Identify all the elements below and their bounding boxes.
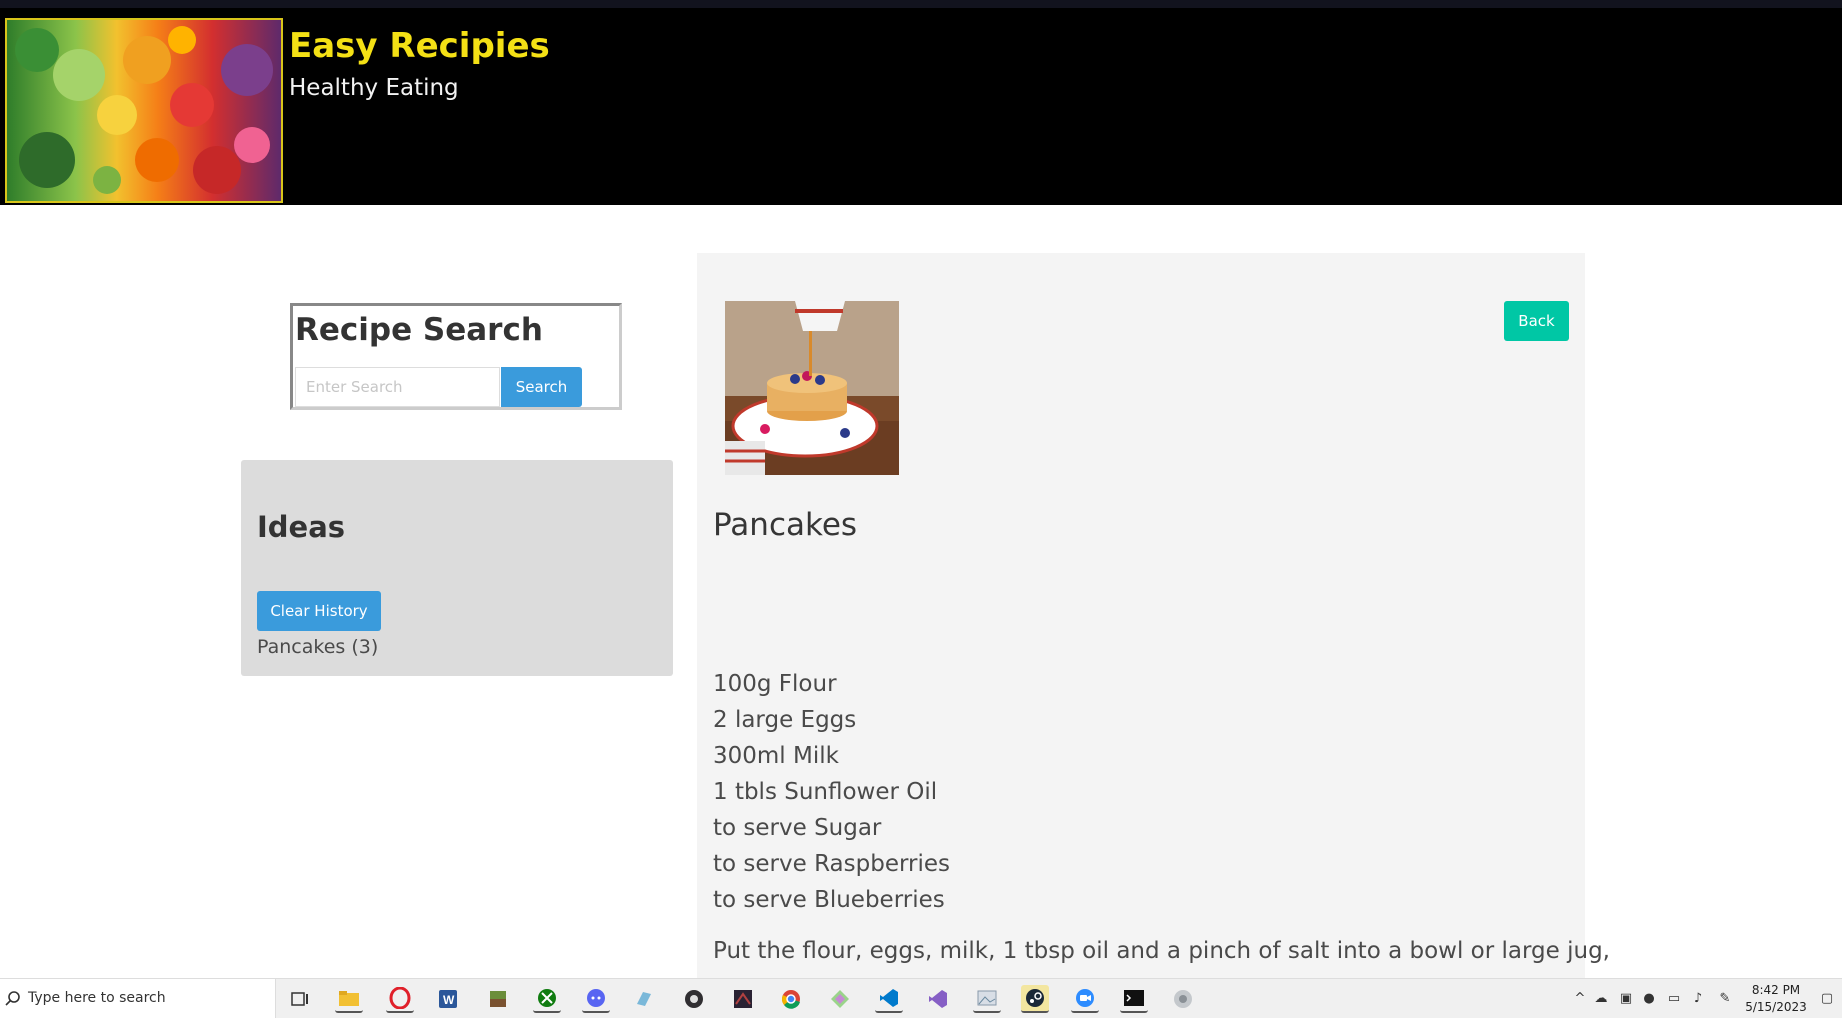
chevron-up-icon[interactable]: ^: [1571, 989, 1589, 1007]
file-explorer-icon[interactable]: [335, 985, 363, 1013]
site-title: Easy Recipies: [289, 26, 550, 66]
chrome-icon[interactable]: [777, 985, 805, 1013]
site-subtitle: Healthy Eating: [289, 75, 459, 101]
svg-text:W: W: [443, 993, 455, 1007]
app-icon[interactable]: [1169, 985, 1197, 1013]
microphone-icon[interactable]: ●: [1640, 989, 1658, 1007]
ideas-panel: Ideas Clear History Pancakes (3): [241, 460, 673, 676]
search-button[interactable]: Search: [501, 367, 582, 407]
ingredient-item: 100g Flour: [713, 671, 837, 697]
taskbar-search-placeholder: Type here to search: [28, 990, 166, 1006]
ingredient-item: 1 tbls Sunflower Oil: [713, 779, 938, 805]
discord-icon[interactable]: [582, 985, 610, 1013]
recipe-search-title: Recipe Search: [295, 312, 543, 348]
cloud-icon[interactable]: ☁: [1592, 989, 1610, 1007]
taskbar-clock[interactable]: 8:42 PM 5/15/2023: [1736, 982, 1816, 1016]
ideas-title: Ideas: [257, 510, 346, 544]
clock-date: 5/15/2023: [1745, 1000, 1807, 1014]
app-icon[interactable]: [826, 985, 854, 1013]
notification-icon[interactable]: ▢: [1818, 989, 1836, 1007]
obs-icon[interactable]: [680, 985, 708, 1013]
ingredient-item: to serve Raspberries: [713, 851, 950, 877]
network-icon[interactable]: ▭: [1665, 989, 1683, 1007]
ingredient-item: 300ml Milk: [713, 743, 839, 769]
word-icon[interactable]: W: [434, 985, 462, 1013]
device-icon[interactable]: ▣: [1617, 989, 1635, 1007]
vegetables-image: [7, 20, 281, 201]
windows-taskbar: Type here to search W ^ ☁ ▣ ● ▭ ♪ ✎ 8:42…: [0, 978, 1842, 1018]
site-header: Easy Recipies Healthy Eating: [0, 8, 1842, 205]
volume-icon[interactable]: ♪: [1689, 989, 1707, 1007]
opera-icon[interactable]: [386, 985, 414, 1013]
vegetables-logo-image: [5, 18, 283, 203]
minecraft-icon[interactable]: [484, 985, 512, 1013]
pen-icon[interactable]: ✎: [1716, 989, 1734, 1007]
history-item[interactable]: Pancakes (3): [257, 636, 378, 658]
recipe-method: Put the flour, eggs, milk, 1 tbsp oil an…: [713, 938, 1610, 964]
pancakes-image: [725, 301, 899, 475]
recipe-search-panel: Recipe Search Search: [290, 303, 622, 410]
task-view-icon[interactable]: [286, 985, 314, 1013]
game-icon[interactable]: [729, 985, 757, 1013]
recipe-detail-panel: Back Pancakes 100g Flour 2 large Eggs 30…: [697, 253, 1610, 978]
vscode-icon[interactable]: [875, 985, 903, 1013]
steam-icon[interactable]: [1021, 985, 1049, 1013]
search-input[interactable]: [295, 367, 500, 407]
ingredient-item: 2 large Eggs: [713, 707, 857, 733]
clock-time: 8:42 PM: [1751, 983, 1801, 997]
xbox-icon[interactable]: [533, 985, 561, 1013]
ingredient-item: to serve Sugar: [713, 815, 882, 841]
photos-icon[interactable]: [973, 985, 1001, 1013]
back-button[interactable]: Back: [1504, 301, 1569, 341]
zoom-icon[interactable]: [1071, 985, 1099, 1013]
taskbar-search-box[interactable]: Type here to search: [0, 979, 276, 1018]
ingredient-item: to serve Blueberries: [713, 887, 945, 913]
clear-history-button[interactable]: Clear History: [257, 591, 381, 631]
recipe-title: Pancakes: [713, 507, 858, 543]
terminal-icon[interactable]: [1120, 985, 1148, 1013]
app-icon[interactable]: [630, 985, 658, 1013]
visual-studio-icon[interactable]: [924, 985, 952, 1013]
ingredients-list: 100g Flour 2 large Eggs 300ml Milk 1 tbl…: [713, 666, 950, 918]
window-top-strip: [0, 0, 1842, 8]
search-icon: [5, 991, 20, 1006]
